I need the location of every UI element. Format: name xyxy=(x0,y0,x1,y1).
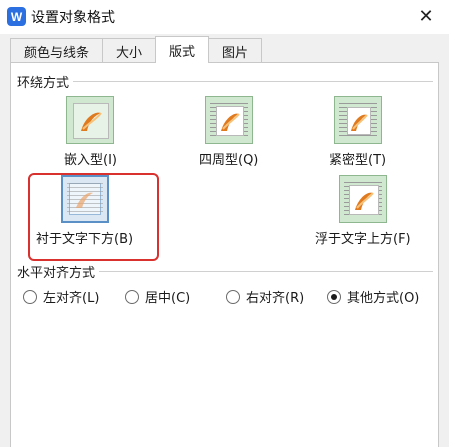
radio-label: 左对齐(L) xyxy=(43,291,100,306)
align-other-radio[interactable]: 其他方式(O) xyxy=(327,287,419,306)
align-right-radio[interactable]: 右对齐(R) xyxy=(226,287,304,306)
wrap-option-tight[interactable]: 紧密型(T) xyxy=(329,96,386,168)
tab-bar: 颜色与线条 大小 版式 图片 xyxy=(10,36,263,63)
close-icon: ✕ xyxy=(418,5,434,27)
tab-layout[interactable]: 版式 xyxy=(155,36,210,63)
radio-label: 居中(C) xyxy=(145,291,191,306)
tab-colors-lines[interactable]: 颜色与线条 xyxy=(10,38,104,63)
align-center-radio[interactable]: 居中(C) xyxy=(125,287,190,306)
wrap-label-tight: 紧密型(T) xyxy=(329,153,387,168)
in-front-of-text-icon xyxy=(338,175,387,223)
radio-circle xyxy=(226,289,240,304)
dialog-title: 设置对象格式 xyxy=(31,10,115,26)
alignment-radio-group: 左对齐(L) 居中(C) 右对齐(R) 其他方式(O) xyxy=(23,287,433,307)
radio-label: 其他方式(O) xyxy=(347,291,420,306)
layout-panel: 环绕方式 嵌入型(I) 四周型(Q) 紧密型(T) 衬于文字下方(B) 浮于文字… xyxy=(10,62,439,447)
inline-wrap-icon xyxy=(66,96,115,144)
wrap-label-inline: 嵌入型(I) xyxy=(64,153,117,168)
alignment-section-label: 水平对齐方式 xyxy=(17,262,100,281)
wrapping-divider xyxy=(17,81,433,82)
title-bar: W 设置对象格式 ✕ xyxy=(0,0,449,34)
radio-label: 右对齐(R) xyxy=(246,291,305,306)
square-wrap-icon xyxy=(204,96,253,144)
radio-circle xyxy=(23,289,37,304)
wrap-option-inline[interactable]: 嵌入型(I) xyxy=(64,96,117,168)
align-left-radio[interactable]: 左对齐(L) xyxy=(23,287,99,306)
wrap-option-in-front-of-text[interactable]: 浮于文字上方(F) xyxy=(315,175,411,247)
app-icon: W xyxy=(7,7,26,26)
wrapping-section-label: 环绕方式 xyxy=(17,72,74,91)
tab-size[interactable]: 大小 xyxy=(102,38,157,63)
tab-picture[interactable]: 图片 xyxy=(208,38,263,63)
selection-highlight xyxy=(28,173,159,261)
radio-circle-checked xyxy=(327,289,341,304)
wrap-label-square: 四周型(Q) xyxy=(199,153,259,168)
wrap-option-square[interactable]: 四周型(Q) xyxy=(199,96,258,168)
close-button[interactable]: ✕ xyxy=(413,4,439,28)
tight-wrap-icon xyxy=(333,96,382,144)
radio-circle xyxy=(125,289,139,304)
wrap-label-in-front-of-text: 浮于文字上方(F) xyxy=(315,232,411,247)
